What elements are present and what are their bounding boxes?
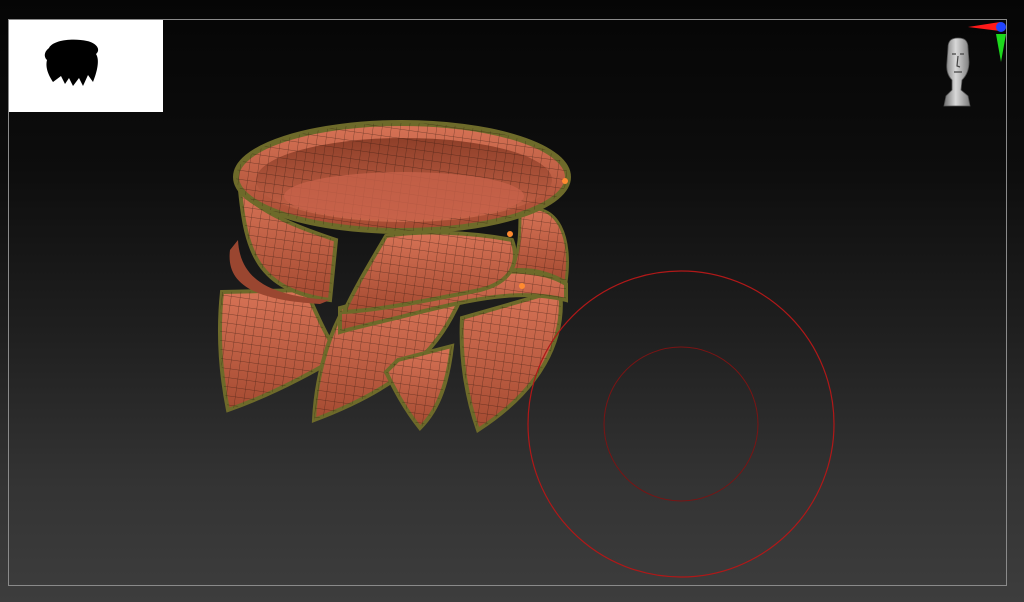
collar-model[interactable] [0,0,1024,602]
collar-rim [233,120,571,234]
zbrush-canvas[interactable] [0,0,1024,602]
